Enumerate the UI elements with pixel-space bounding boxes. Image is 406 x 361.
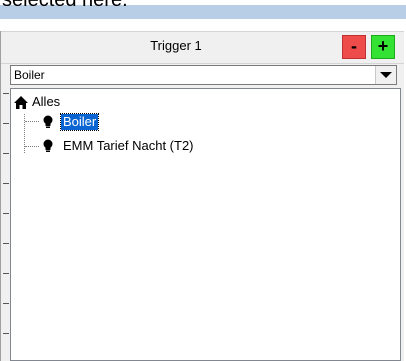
bulb-icon xyxy=(43,139,53,152)
tree-root-item[interactable]: Alles xyxy=(14,93,62,111)
device-combobox[interactable]: Boiler xyxy=(10,65,397,85)
remove-trigger-button[interactable]: - xyxy=(342,35,366,59)
left-ruler xyxy=(1,31,10,361)
home-icon xyxy=(14,95,28,109)
chevron-down-icon xyxy=(380,72,392,78)
tree-root-label: Alles xyxy=(32,94,61,109)
dropdown-button[interactable] xyxy=(375,66,396,84)
tree-item-emm-tarief[interactable]: EMM Tarief Nacht (T2) xyxy=(43,137,196,155)
add-trigger-button[interactable]: + xyxy=(371,35,395,59)
bulb-icon xyxy=(43,115,53,128)
tree-item-label: Boiler xyxy=(59,113,100,131)
instruction-caption: selected here. xyxy=(0,0,406,20)
trigger-header: Trigger 1 - + xyxy=(1,31,404,64)
trigger-panel: Trigger 1 - + Boiler Alles Boiler EMM Ta… xyxy=(0,31,404,361)
tree-connector xyxy=(24,114,25,153)
tree-connector xyxy=(25,121,39,122)
tree-connector xyxy=(25,146,39,147)
trigger-title: Trigger 1 xyxy=(150,38,202,53)
tree-item-boiler[interactable]: Boiler xyxy=(43,113,100,131)
caption-text: selected here. xyxy=(2,0,128,11)
tree-item-label: EMM Tarief Nacht (T2) xyxy=(63,138,194,153)
device-tree[interactable]: Alles Boiler EMM Tarief Nacht (T2) xyxy=(10,88,401,361)
combobox-value: Boiler xyxy=(14,68,45,82)
